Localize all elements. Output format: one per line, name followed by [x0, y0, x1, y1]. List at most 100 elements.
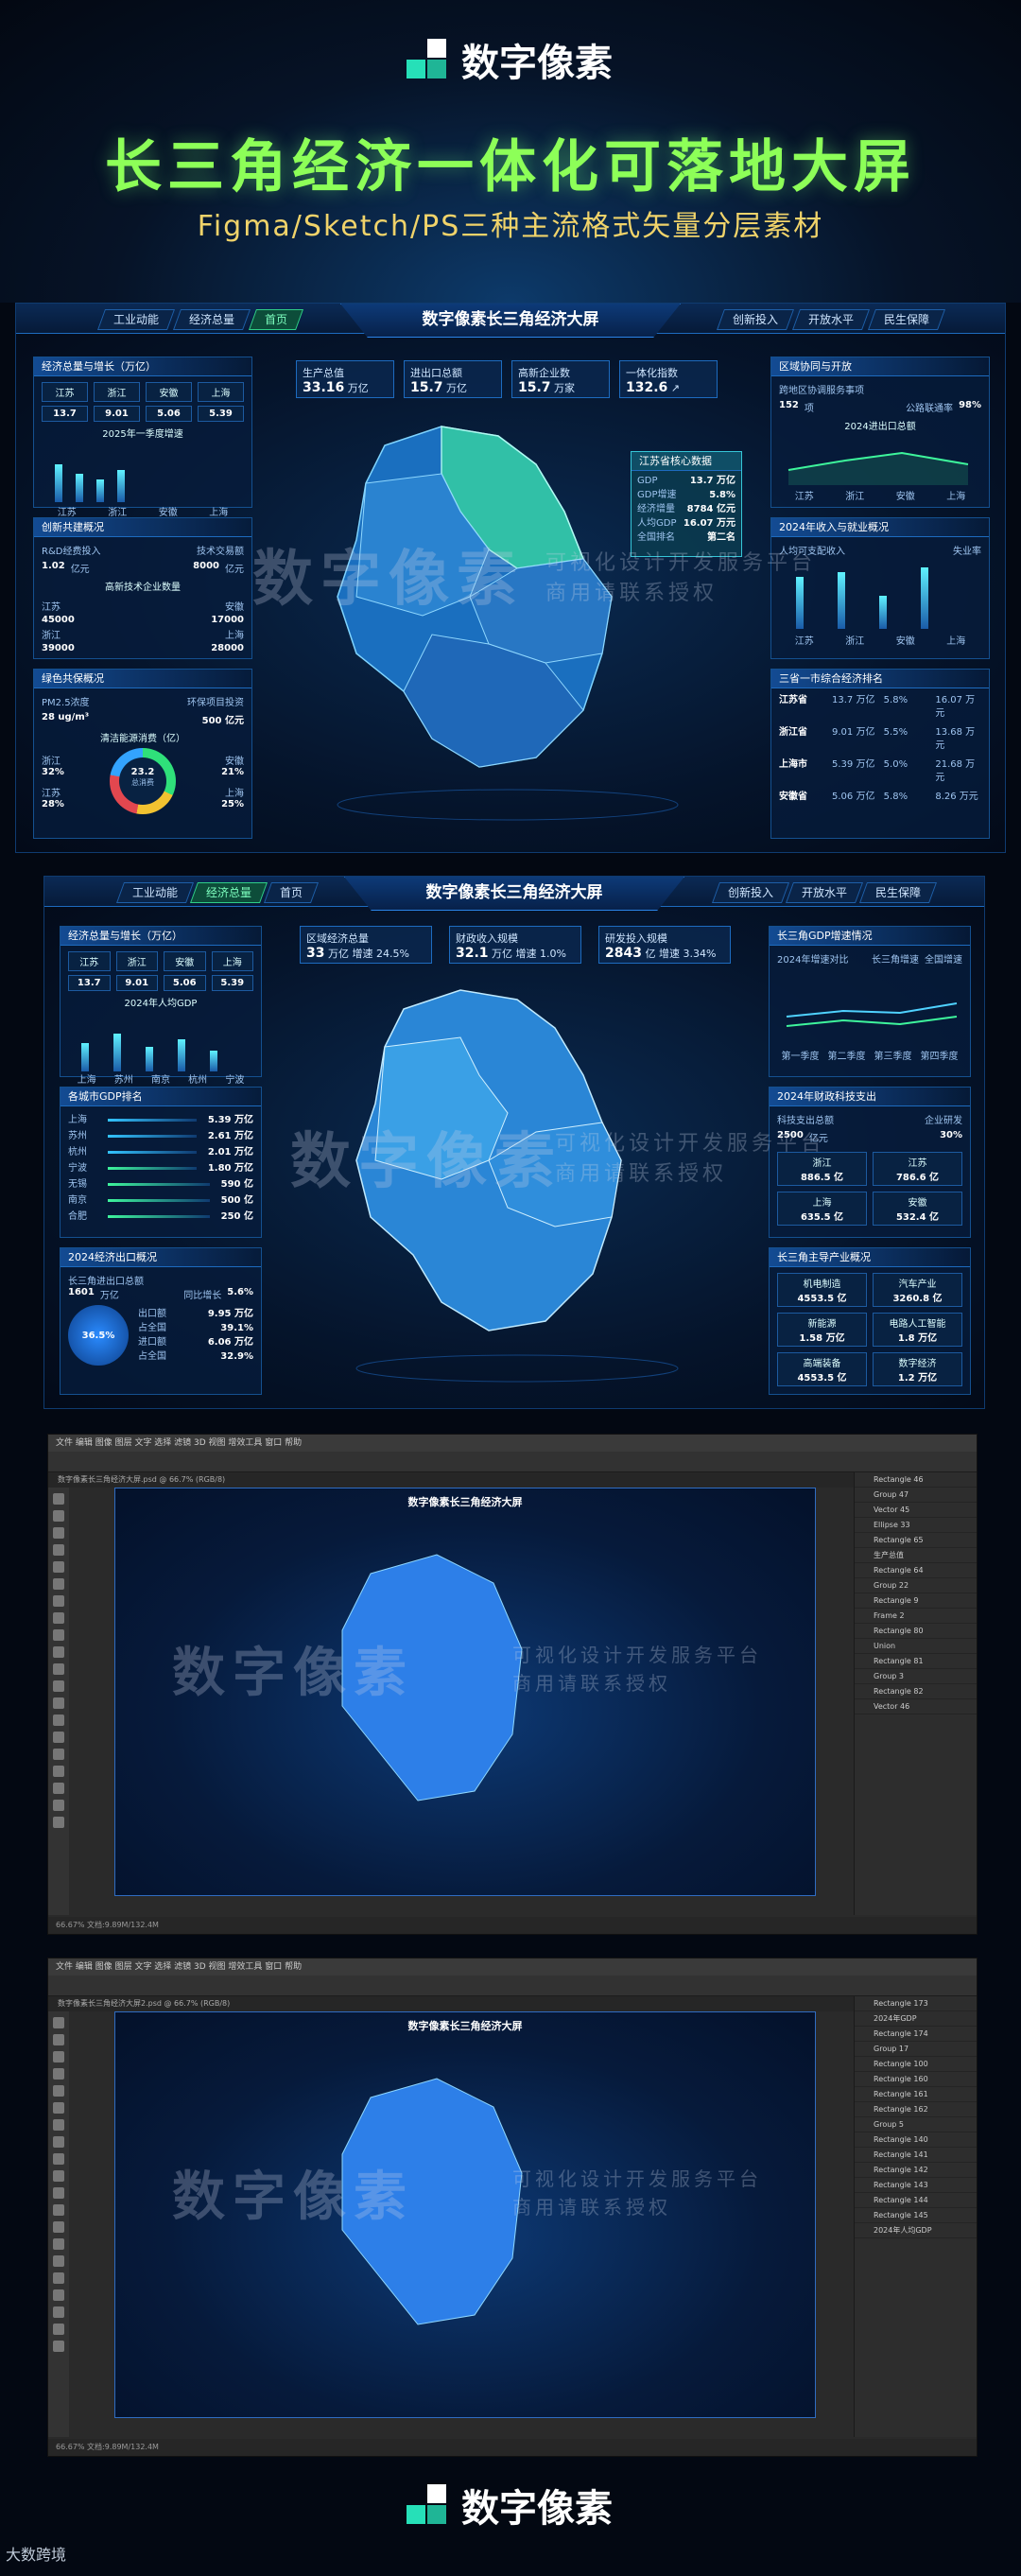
ps-document-tab[interactable]: 数字像素长三角经济大屏.psd @ 66.7% (RGB/8) [48, 1472, 977, 1488]
ps-toolbar[interactable] [48, 2011, 69, 2437]
stat-label: 高新企业数 [518, 367, 570, 379]
popup-value: 13.7 万亿 [689, 476, 735, 486]
layer-item[interactable]: 生产总值 [855, 1548, 977, 1563]
rank-growth: 5.0% [883, 759, 909, 770]
cell-value: 5.06 [146, 406, 192, 422]
ps-document-tab[interactable]: 数字像素长三角经济大屏2.psd @ 66.7% (RGB/8) [48, 1996, 977, 2011]
stat-label: 区域经济总量 [306, 932, 369, 945]
layer-item[interactable]: Rectangle 142 [855, 2163, 977, 2178]
rank-gdp: 5.39 万亿 [832, 759, 875, 770]
ps-menubar[interactable]: 文件 编辑 图像 图层 文字 选择 滤镜 3D 视图 增效工具 窗口 帮助 [48, 1958, 977, 1976]
rank-per-capita: 8.26 万元 [935, 792, 978, 802]
nav-economy[interactable]: 经济总量 [189, 882, 268, 903]
ps-layers-panel[interactable]: Rectangle 46 Group 47 Vector 45 Ellipse 33 R… [854, 1472, 977, 1915]
stat-fiscal: 财政收入规模 32.1 万亿 增速 1.0% [449, 926, 581, 964]
layer-item[interactable]: Rectangle 100 [855, 2057, 977, 2072]
layer-item[interactable]: Ellipse 33 [855, 1518, 977, 1533]
ps-canvas[interactable]: 数字像素长三角经济大屏 数字像素 可视化设计开发服务平台 商用请联系授权 [114, 1488, 816, 1896]
panel-title: 2024经济出口概况 [61, 1248, 261, 1267]
nav-home[interactable]: 首页 [263, 882, 320, 903]
layer-item[interactable]: Rectangle 82 [855, 1684, 977, 1699]
layer-item[interactable]: Rectangle 144 [855, 2193, 977, 2208]
ps-options-bar [48, 1452, 977, 1472]
rank-name: 上海市 [779, 759, 807, 770]
axis-label: 安徽 [895, 492, 915, 502]
layer-item[interactable]: Rectangle 162 [855, 2102, 977, 2117]
layer-item[interactable]: Group 47 [855, 1488, 977, 1503]
layer-item[interactable]: Group 22 [855, 1578, 977, 1593]
nav-livelihood[interactable]: 民生保障 [858, 882, 938, 903]
layer-item[interactable]: Rectangle 141 [855, 2148, 977, 2163]
nav-industry[interactable]: 工业动能 [96, 309, 176, 330]
ps-toolbar[interactable] [48, 1488, 69, 1915]
layer-item[interactable]: Rectangle 161 [855, 2087, 977, 2102]
axis-label: 江苏 [57, 508, 77, 518]
ps-menubar[interactable]: 文件 编辑 图像 图层 文字 选择 滤镜 3D 视图 增效工具 窗口 帮助 [48, 1435, 977, 1452]
brand-name: 数字像素 [461, 2487, 613, 2531]
panel-title: 区域协同与开放 [771, 357, 989, 376]
layer-item[interactable]: Rectangle 81 [855, 1654, 977, 1669]
cell-value: 9.01 [94, 406, 140, 422]
layer-item[interactable]: Union [855, 1639, 977, 1654]
item-value: 786.6 亿 [895, 1173, 940, 1183]
nav-livelihood[interactable]: 民生保障 [867, 309, 946, 330]
item-value: 17000 [211, 615, 244, 625]
hero-title: 长三角经济一体化可落地大屏 [105, 134, 916, 200]
layer-item[interactable]: Frame 2 [855, 1609, 977, 1624]
nav-innovation[interactable]: 创新投入 [711, 882, 790, 903]
axis-label: 第三季度 [874, 1052, 912, 1062]
nav-openness[interactable]: 开放水平 [785, 882, 864, 903]
panel-title: 2024年财政科技支出 [770, 1088, 970, 1106]
layer-item[interactable]: Rectangle 9 [855, 1593, 977, 1609]
layer-item[interactable]: Rectangle 174 [855, 2027, 977, 2042]
panel-economy-growth-2: 经济总量与增长（万亿） 江苏 浙江 安徽 上海 13.7 9.01 5.06 5.39 20… [60, 926, 262, 1086]
env-value: 500 亿元 [201, 716, 244, 726]
layer-item[interactable]: Rectangle 64 [855, 1563, 977, 1578]
industry-item: 数字经济 1.2 万亿 [873, 1352, 962, 1386]
layer-item[interactable]: Rectangle 140 [855, 2132, 977, 2148]
city-name: 苏州 [68, 1131, 87, 1141]
cell-label: 江苏 [68, 951, 111, 971]
watermark-big: 数字像素 [172, 1643, 414, 1704]
rank-per-capita: 21.68 万元 [935, 759, 976, 783]
layer-item[interactable]: Rectangle 173 [855, 1996, 977, 2011]
dashboard-screenshot-1: 数字像素长三角经济大屏 工业动能 经济总量 首页 创新投入 开放水平 民生保障 … [15, 303, 1006, 853]
nav-home[interactable]: 首页 [248, 309, 304, 330]
map-popup-jiangsu: 江苏省核心数据 GDP 13.7 万亿 GDP增速 5.8% 经济增量 8784 亿元… [631, 451, 742, 557]
ps-canvas[interactable]: 数字像素长三角经济大屏 数字像素 可视化设计开发服务平台 商用请联系授权 [114, 2011, 816, 2418]
layer-item[interactable]: Rectangle 160 [855, 2072, 977, 2087]
cell-label: 上海 [198, 382, 244, 402]
legend-national: 全国增速 [925, 955, 962, 966]
watermark-line-2: 商用请联系授权 [555, 1162, 728, 1186]
layer-item[interactable]: Rectangle 145 [855, 2208, 977, 2223]
panel-innovation: 创新共建概况 R&D经费投入 技术交易额 1.02 亿元 8000 亿元 高新技术企业数… [33, 517, 252, 659]
b-value: 98% [959, 400, 981, 410]
layer-item[interactable]: Group 17 [855, 2042, 977, 2057]
layer-item[interactable]: Rectangle 80 [855, 1624, 977, 1639]
rank-growth: 5.8% [883, 792, 909, 802]
axis-label: 浙江 [845, 492, 865, 502]
nav-openness[interactable]: 开放水平 [791, 309, 871, 330]
cell-label: 江苏 [42, 382, 88, 402]
nav-industry[interactable]: 工业动能 [115, 882, 195, 903]
layer-item[interactable]: Group 5 [855, 2117, 977, 2132]
item-name: 上海 [812, 1198, 832, 1209]
nav-economy[interactable]: 经济总量 [172, 309, 251, 330]
layer-item[interactable]: 2024年GDP [855, 2011, 977, 2027]
ps-layers-panel[interactable]: Rectangle 173 2024年GDP Rectangle 174 Group … [854, 1996, 977, 2437]
panel-city-gdp: 各城市GDP排名 上海 5.39 万亿 苏州 2.61 万亿 杭州 2.01 万亿 宁… [60, 1087, 262, 1238]
item-value: 3260.8 亿 [892, 1294, 943, 1304]
layer-item[interactable]: Rectangle 143 [855, 2178, 977, 2193]
layer-item[interactable]: 2024年人均GDP [855, 2223, 977, 2238]
tech-item: 浙江 886.5 亿 [777, 1152, 867, 1186]
rank-gdp: 5.06 万亿 [832, 792, 875, 802]
layer-item[interactable]: Rectangle 65 [855, 1533, 977, 1548]
layer-item[interactable]: Vector 46 [855, 1699, 977, 1714]
layer-item[interactable]: Rectangle 46 [855, 1472, 977, 1488]
nav-innovation[interactable]: 创新投入 [716, 309, 795, 330]
b-label: 企业研发 [925, 1116, 962, 1126]
layer-item[interactable]: Group 3 [855, 1669, 977, 1684]
layer-item[interactable]: Vector 45 [855, 1503, 977, 1518]
axis-label: 江苏 [794, 636, 814, 647]
stat-value: 132.6 [626, 380, 668, 395]
